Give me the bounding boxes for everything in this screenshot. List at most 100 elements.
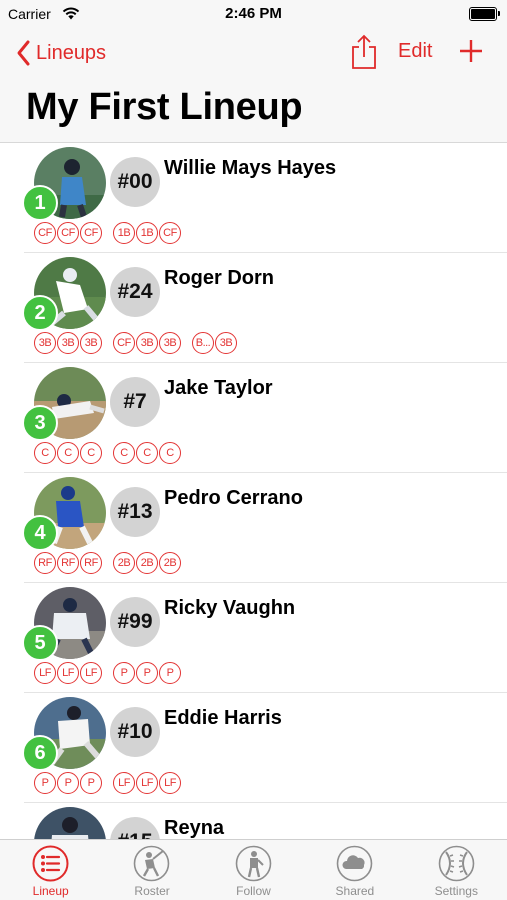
position-history: C C C C C C xyxy=(34,442,192,464)
batting-order-badge: 2 xyxy=(22,295,58,331)
jersey-number: #7 xyxy=(110,377,160,427)
position-badge: C xyxy=(34,442,56,464)
tab-label: Roster xyxy=(134,884,170,898)
position-badge: P xyxy=(113,662,135,684)
player-row[interactable]: #99 5 Ricky Vaughn LF LF LF P P P xyxy=(0,583,507,693)
status-bar: Carrier 2:46 PM xyxy=(0,0,507,28)
position-badge: C xyxy=(136,442,158,464)
position-badge: 3B xyxy=(215,332,237,354)
position-badge: CF xyxy=(34,222,56,244)
tab-follow[interactable]: Follow xyxy=(203,840,304,900)
position-badge: 3B xyxy=(136,332,158,354)
back-button-label: Lineups xyxy=(36,41,107,64)
share-icon[interactable] xyxy=(350,34,378,70)
position-badge: 3B xyxy=(57,332,79,354)
navigation-bar: Lineups Edit My First Lineup xyxy=(0,28,507,143)
jersey-number: #00 xyxy=(110,157,160,207)
position-badge: LF xyxy=(136,772,158,794)
tab-shared[interactable]: Shared xyxy=(304,840,405,900)
position-badge: B... xyxy=(192,332,214,354)
position-badge: 1B xyxy=(136,222,158,244)
player-name: Roger Dorn xyxy=(164,267,274,289)
tab-lineup[interactable]: Lineup xyxy=(0,840,101,900)
position-badge: RF xyxy=(34,552,56,574)
batting-order-badge: 1 xyxy=(22,185,58,221)
position-badge: CF xyxy=(80,222,102,244)
position-badge: 2B xyxy=(113,552,135,574)
edit-button[interactable]: Edit xyxy=(398,40,432,63)
position-badge: P xyxy=(80,772,102,794)
position-badge: C xyxy=(57,442,79,464)
position-badge: LF xyxy=(113,772,135,794)
clock: 2:46 PM xyxy=(225,5,282,22)
position-badge: LF xyxy=(159,772,181,794)
position-badge: CF xyxy=(159,222,181,244)
tab-label: Settings xyxy=(434,884,478,898)
position-badge: LF xyxy=(80,662,102,684)
player-name: Jake Taylor xyxy=(164,377,273,399)
page-title: My First Lineup xyxy=(26,86,303,128)
position-history: 3B 3B 3B CF 3B 3B B... 3B xyxy=(34,332,248,354)
batting-order-badge: 6 xyxy=(22,735,58,771)
lineup-list[interactable]: #00 1 Willie Mays Hayes CF CF CF 1B 1B C… xyxy=(0,143,507,839)
tab-label: Follow xyxy=(236,884,271,898)
position-badge: P xyxy=(34,772,56,794)
player-photo xyxy=(34,807,106,839)
position-badge: P xyxy=(159,662,181,684)
position-history: LF LF LF P P P xyxy=(34,662,192,684)
player-row[interactable]: #7 3 Jake Taylor C C C C C C xyxy=(0,363,507,473)
player-row[interactable]: #15 Reyna xyxy=(0,803,507,839)
batting-order-badge: 3 xyxy=(22,405,58,441)
position-badge: P xyxy=(57,772,79,794)
player-row[interactable]: #00 1 Willie Mays Hayes CF CF CF 1B 1B C… xyxy=(0,143,507,253)
tab-label: Shared xyxy=(335,884,375,898)
jersey-number: #13 xyxy=(110,487,160,537)
position-badge: 3B xyxy=(34,332,56,354)
player-name: Willie Mays Hayes xyxy=(164,157,337,179)
jersey-number: #99 xyxy=(110,597,160,647)
position-badge: C xyxy=(80,442,102,464)
battery-icon xyxy=(469,7,500,21)
position-badge: 2B xyxy=(136,552,158,574)
position-badge: 3B xyxy=(159,332,181,354)
back-button[interactable]: Lineups xyxy=(14,36,106,70)
position-badge: RF xyxy=(57,552,79,574)
player-icon xyxy=(235,845,272,882)
position-history: P P P LF LF LF xyxy=(34,772,192,794)
tab-settings[interactable]: Settings xyxy=(406,840,507,900)
tab-bar: Lineup Roster Follow Shared Settings xyxy=(0,839,507,900)
position-badge: RF xyxy=(80,552,102,574)
player-name: Ricky Vaughn xyxy=(164,597,296,619)
batting-order-badge: 4 xyxy=(22,515,58,551)
jersey-number: #15 xyxy=(110,817,160,839)
player-name: Eddie Harris xyxy=(164,707,282,729)
player-row[interactable]: #24 2 Roger Dorn 3B 3B 3B CF 3B 3B B... … xyxy=(0,253,507,363)
baseball-icon xyxy=(438,845,474,882)
tab-label: Lineup xyxy=(32,884,69,898)
player-row[interactable]: #13 4 Pedro Cerrano RF RF RF 2B 2B 2B xyxy=(0,473,507,583)
position-history: RF RF RF 2B 2B 2B xyxy=(34,552,192,574)
position-history: CF CF CF 1B 1B CF xyxy=(34,222,192,244)
jersey-number: #24 xyxy=(110,267,160,317)
player-name: Reyna xyxy=(164,817,225,839)
position-badge: P xyxy=(136,662,158,684)
position-badge: CF xyxy=(57,222,79,244)
position-badge: LF xyxy=(57,662,79,684)
player-name: Pedro Cerrano xyxy=(164,487,303,509)
position-badge: 2B xyxy=(159,552,181,574)
chevron-left-icon xyxy=(17,40,30,66)
add-icon[interactable] xyxy=(458,38,484,64)
tab-roster[interactable]: Roster xyxy=(101,840,202,900)
position-badge: C xyxy=(113,442,135,464)
player-row[interactable]: #10 6 Eddie Harris P P P LF LF LF xyxy=(0,693,507,803)
position-badge: CF xyxy=(113,332,135,354)
position-badge: 3B xyxy=(80,332,102,354)
position-badge: 1B xyxy=(113,222,135,244)
position-badge: C xyxy=(159,442,181,464)
position-badge: LF xyxy=(34,662,56,684)
cloud-icon xyxy=(336,845,373,882)
jersey-number: #10 xyxy=(110,707,160,757)
list-icon xyxy=(32,845,69,882)
batter-icon xyxy=(134,845,170,882)
batting-order-badge: 5 xyxy=(22,625,58,661)
